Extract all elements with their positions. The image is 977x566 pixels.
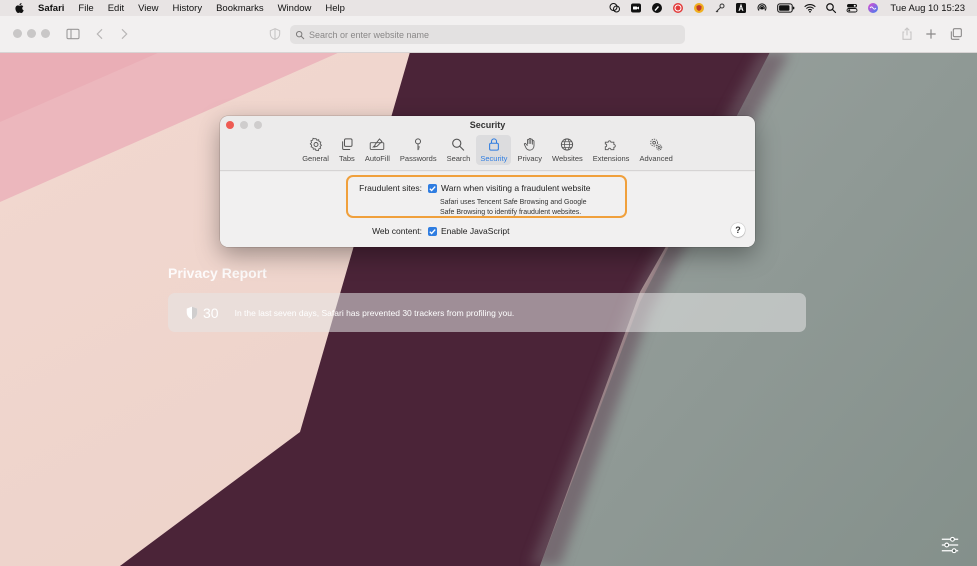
menu-window[interactable]: Window: [278, 3, 312, 14]
tab-websites[interactable]: Websites: [548, 135, 587, 165]
tab-label: Advanced: [639, 154, 673, 163]
battery-icon[interactable]: [777, 2, 795, 14]
tab-security[interactable]: Security: [476, 135, 512, 165]
menu-bookmarks[interactable]: Bookmarks: [216, 3, 264, 14]
video-camera-icon[interactable]: [630, 2, 642, 14]
menu-edit[interactable]: Edit: [108, 3, 124, 14]
search-icon: [452, 138, 465, 151]
fraudulent-description: Safari uses Tencent Safe Browsing and Go…: [440, 198, 630, 217]
window-close-button[interactable]: [13, 29, 22, 38]
privacy-report-card[interactable]: 30 In the last seven days, Safari has pr…: [168, 293, 806, 332]
siri-icon[interactable]: [867, 2, 879, 14]
tracker-count: 30: [203, 304, 219, 321]
window-minimize-button[interactable]: [27, 29, 36, 38]
fraudulent-sites-label: Fraudulent sites:: [359, 183, 422, 193]
address-input[interactable]: [309, 29, 669, 40]
wifi-icon[interactable]: [804, 2, 816, 14]
menu-view[interactable]: View: [138, 3, 158, 14]
preferences-tabs: General Tabs AutoFill Passwords Search S…: [220, 135, 755, 165]
checkmark-icon: [429, 186, 436, 192]
prefs-minimize-button[interactable]: [240, 121, 248, 129]
preferences-title: Security: [469, 120, 506, 130]
tab-label: AutoFill: [364, 154, 390, 163]
forward-chevron-icon[interactable]: [116, 26, 132, 42]
control-center-icon[interactable]: [846, 2, 858, 14]
new-tab-plus-icon[interactable]: [923, 26, 939, 42]
key-icon: [415, 138, 422, 151]
menu-help[interactable]: Help: [325, 3, 345, 14]
privacy-shield-icon[interactable]: [267, 26, 283, 42]
window-zoom-button[interactable]: [41, 29, 50, 38]
privacy-report-title: Privacy Report: [168, 265, 267, 281]
tab-label: Websites: [552, 154, 583, 163]
help-button[interactable]: ?: [731, 223, 745, 237]
tab-search[interactable]: Search: [443, 135, 475, 165]
menu-file[interactable]: File: [78, 3, 93, 14]
menu-history[interactable]: History: [173, 3, 203, 14]
puzzle-icon: [604, 140, 616, 151]
tab-advanced[interactable]: Advanced: [635, 135, 676, 165]
web-content-label: Web content:: [372, 226, 422, 236]
menu-bar: Safari File Edit View History Bookmarks …: [0, 0, 977, 16]
back-chevron-icon[interactable]: [92, 26, 108, 42]
customize-sliders-icon[interactable]: [940, 536, 960, 554]
description-line: Safari uses Tencent Safe Browsing and Go…: [440, 199, 587, 206]
preferences-titlebar: Security: [220, 116, 755, 132]
globe-icon: [561, 138, 574, 151]
tab-general[interactable]: General: [298, 135, 333, 165]
enable-javascript-label[interactable]: Enable JavaScript: [441, 226, 510, 236]
privacy-shield-icon: [186, 306, 198, 319]
gears-icon: [650, 138, 663, 151]
security-pane: Fraudulent sites: Warn when visiting a f…: [220, 172, 755, 247]
app-badge-icon[interactable]: [672, 2, 684, 14]
tab-tabs[interactable]: Tabs: [335, 135, 359, 165]
tab-label: Passwords: [399, 154, 437, 163]
prefs-close-button[interactable]: [226, 121, 234, 129]
tab-autofill[interactable]: AutoFill: [361, 135, 394, 165]
tab-label: Extensions: [592, 154, 630, 163]
tab-label: Search: [446, 154, 471, 163]
menu-clock[interactable]: Tue Aug 10 15:23: [890, 3, 965, 14]
chat-bubbles-icon[interactable]: [609, 2, 621, 14]
fraudulent-warning-checkbox[interactable]: [428, 184, 437, 193]
tab-extensions[interactable]: Extensions: [589, 135, 634, 165]
tab-passwords[interactable]: Passwords: [396, 135, 441, 165]
apple-icon[interactable]: [14, 2, 26, 14]
letter-a-icon[interactable]: [735, 2, 747, 14]
enable-javascript-checkbox[interactable]: [428, 227, 437, 236]
tab-label: General: [302, 154, 329, 163]
tab-label: Security: [480, 154, 508, 163]
sidebar-toggle-icon[interactable]: [65, 26, 81, 42]
toolbar-separator: [220, 170, 755, 171]
spotlight-search-icon[interactable]: [825, 2, 837, 14]
pen-circle-icon[interactable]: [651, 2, 663, 14]
shield-app-icon[interactable]: [693, 2, 705, 14]
autofill-icon: [370, 138, 385, 150]
safari-toolbar: [0, 16, 977, 53]
description-line: Safe Browsing to identify fraudulent web…: [440, 208, 582, 216]
tabs-icon: [342, 138, 353, 150]
gear-icon: [309, 137, 322, 152]
prefs-zoom-button[interactable]: [254, 121, 262, 129]
lock-icon: [488, 138, 499, 151]
fraudulent-warning-label[interactable]: Warn when visiting a fraudulent website: [441, 183, 590, 193]
status-menu-area: Tue Aug 10 15:23: [609, 0, 965, 16]
preferences-window: Security General Tabs AutoFill Passwords…: [220, 116, 755, 247]
menu-app-name[interactable]: Safari: [38, 3, 64, 14]
hand-icon: [523, 137, 535, 151]
tab-label: Privacy: [517, 154, 543, 163]
key-menu-icon[interactable]: [714, 2, 726, 14]
privacy-report-text: In the last seven days, Safari has preve…: [234, 307, 515, 318]
tab-overview-icon[interactable]: [948, 26, 964, 42]
share-icon[interactable]: [899, 26, 915, 42]
tab-privacy[interactable]: Privacy: [513, 135, 546, 165]
search-icon: [295, 30, 305, 39]
tab-label: Tabs: [338, 154, 355, 163]
airdrop-icon[interactable]: [756, 2, 768, 14]
address-bar[interactable]: [290, 25, 685, 44]
checkmark-icon: [429, 229, 436, 235]
